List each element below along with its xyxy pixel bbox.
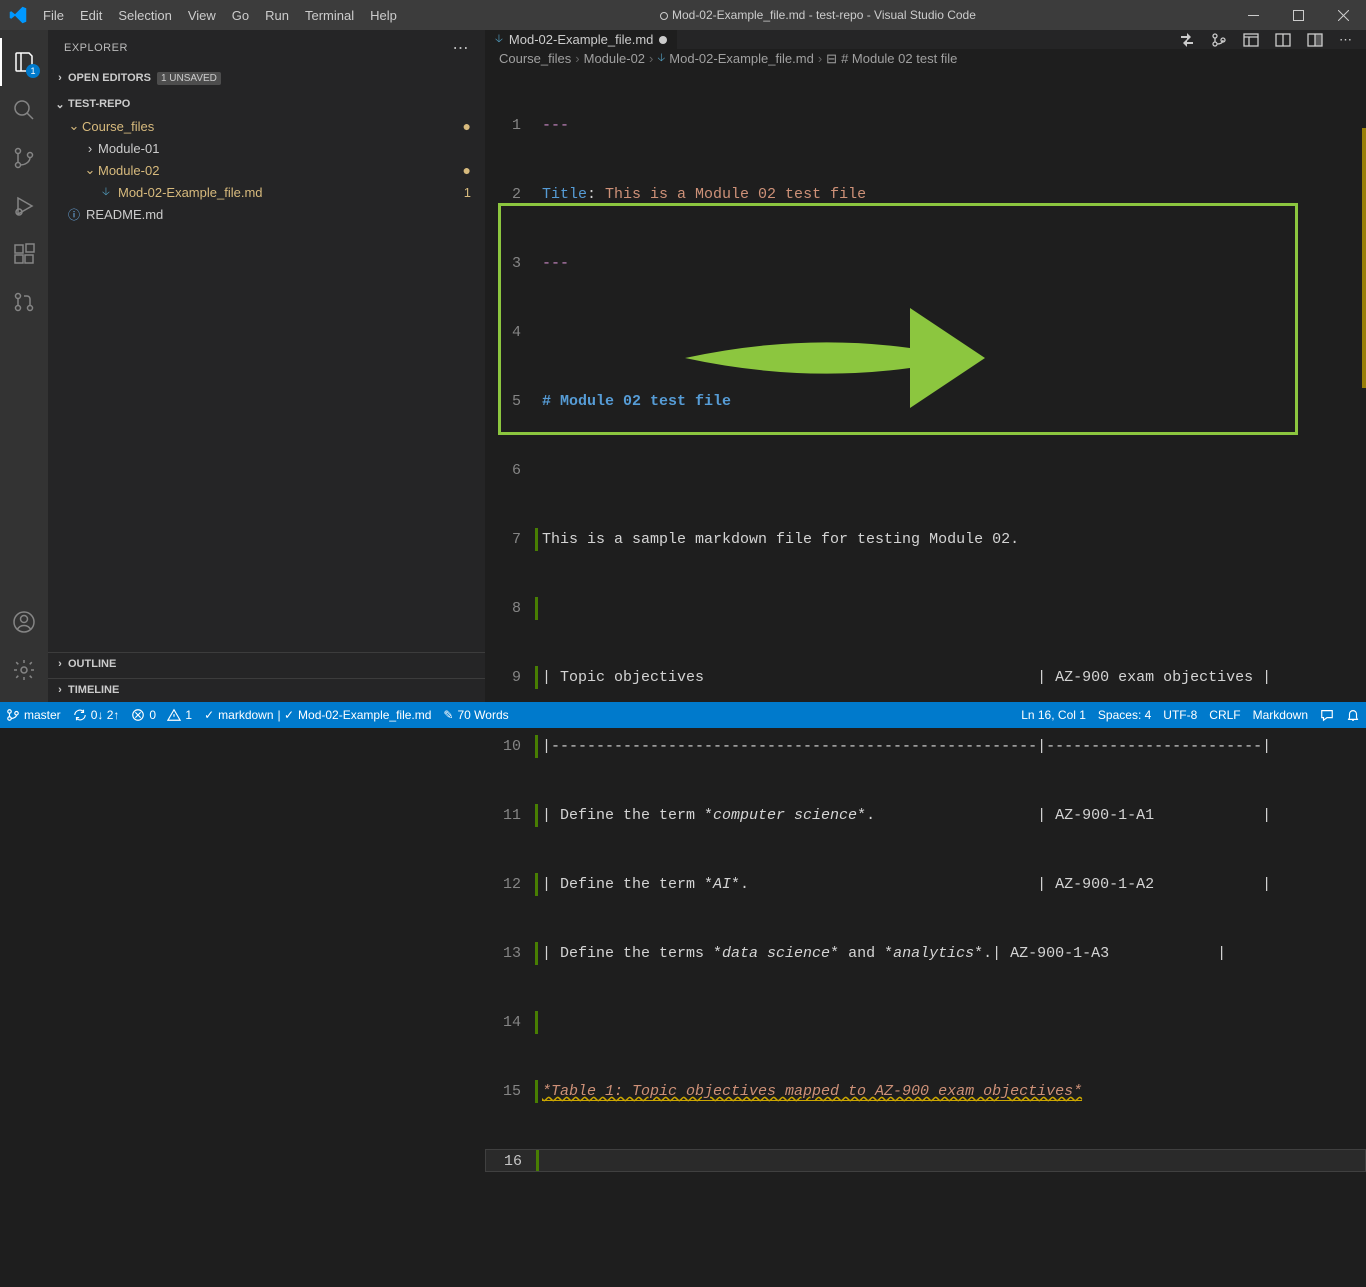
- activity-run-icon[interactable]: [0, 182, 48, 230]
- info-file-icon: ⓘ: [66, 206, 82, 222]
- menu-file[interactable]: File: [35, 8, 72, 23]
- sidebar-explorer: EXPLORER ⋯ ›OPEN EDITORS1 UNSAVED ⌄TEST-…: [48, 30, 485, 702]
- file-mod-02-example[interactable]: 🡣Mod-02-Example_file.md1: [48, 181, 485, 203]
- markdown-file-icon: 🡣: [657, 49, 665, 68]
- window-title: Mod-02-Example_file.md - test-repo - Vis…: [405, 8, 1231, 22]
- minimap-warning-marker: [1362, 128, 1366, 388]
- menu-bar: File Edit Selection View Go Run Terminal…: [35, 8, 405, 23]
- vscode-logo-icon: [0, 6, 35, 24]
- status-sync[interactable]: 0↓ 2↑: [67, 708, 126, 722]
- modified-dot-icon: [659, 36, 667, 44]
- open-changes-icon[interactable]: [1211, 32, 1227, 48]
- outline-header[interactable]: ›OUTLINE: [48, 652, 485, 674]
- repo-header[interactable]: ⌄TEST-REPO: [48, 93, 485, 115]
- status-problems[interactable]: 0 1: [125, 708, 198, 722]
- unsaved-badge: 1 UNSAVED: [157, 72, 221, 85]
- code-editor[interactable]: 1--- 2Title: This is a Module 02 test fi…: [485, 68, 1366, 1287]
- sidebar-title: EXPLORER ⋯: [48, 30, 485, 65]
- markdown-file-icon: 🡣: [495, 30, 503, 49]
- window-close-icon[interactable]: [1321, 0, 1366, 30]
- activity-settings-icon[interactable]: [0, 646, 48, 694]
- menu-run[interactable]: Run: [257, 8, 297, 23]
- sidebar-more-icon[interactable]: ⋯: [453, 38, 470, 58]
- menu-terminal[interactable]: Terminal: [297, 8, 362, 23]
- status-branch[interactable]: master: [0, 708, 67, 722]
- markdown-file-icon: 🡣: [98, 184, 114, 200]
- activity-search-icon[interactable]: [0, 86, 48, 134]
- split-editor-v-icon[interactable]: [1275, 32, 1291, 48]
- activity-bar: 1: [0, 30, 48, 702]
- menu-help[interactable]: Help: [362, 8, 405, 23]
- folder-module-01[interactable]: ›Module-01: [48, 137, 485, 159]
- preview-icon[interactable]: [1243, 32, 1259, 48]
- tab-label: Mod-02-Example_file.md: [509, 32, 654, 47]
- activity-source-control-icon[interactable]: [0, 134, 48, 182]
- activity-explorer-icon[interactable]: 1: [0, 38, 48, 86]
- activity-extensions-icon[interactable]: [0, 230, 48, 278]
- window-maximize-icon[interactable]: [1276, 0, 1321, 30]
- status-lint[interactable]: ✓ markdown | ✓ Mod-02-Example_file.md: [198, 708, 437, 722]
- editor-area: 🡣 Mod-02-Example_file.md ⋯ Course_files›…: [485, 30, 1366, 702]
- menu-selection[interactable]: Selection: [110, 8, 179, 23]
- tab-mod-02-example[interactable]: 🡣 Mod-02-Example_file.md: [485, 30, 678, 49]
- timeline-header[interactable]: ›TIMELINE: [48, 678, 485, 700]
- window-minimize-icon[interactable]: [1231, 0, 1276, 30]
- menu-view[interactable]: View: [180, 8, 224, 23]
- activity-accounts-icon[interactable]: [0, 598, 48, 646]
- symbol-icon: ⊟: [826, 51, 837, 67]
- titlebar: File Edit Selection View Go Run Terminal…: [0, 0, 1366, 30]
- menu-go[interactable]: Go: [224, 8, 257, 23]
- compare-icon[interactable]: [1179, 32, 1195, 48]
- folder-course-files[interactable]: ⌄Course_files●: [48, 115, 485, 137]
- split-editor-icon[interactable]: [1307, 32, 1323, 48]
- editor-more-icon[interactable]: ⋯: [1339, 32, 1352, 48]
- editor-actions: ⋯: [1179, 30, 1366, 49]
- menu-edit[interactable]: Edit: [72, 8, 110, 23]
- open-editors-header[interactable]: ›OPEN EDITORS1 UNSAVED: [48, 67, 485, 89]
- folder-module-02[interactable]: ⌄Module-02●: [48, 159, 485, 181]
- explorer-badge: 1: [26, 64, 40, 78]
- breadcrumb[interactable]: Course_files› Module-02› 🡣Mod-02-Example…: [485, 49, 1366, 68]
- file-readme[interactable]: ⓘREADME.md: [48, 203, 485, 225]
- tab-bar: 🡣 Mod-02-Example_file.md ⋯: [485, 30, 1366, 49]
- activity-pull-request-icon[interactable]: [0, 278, 48, 326]
